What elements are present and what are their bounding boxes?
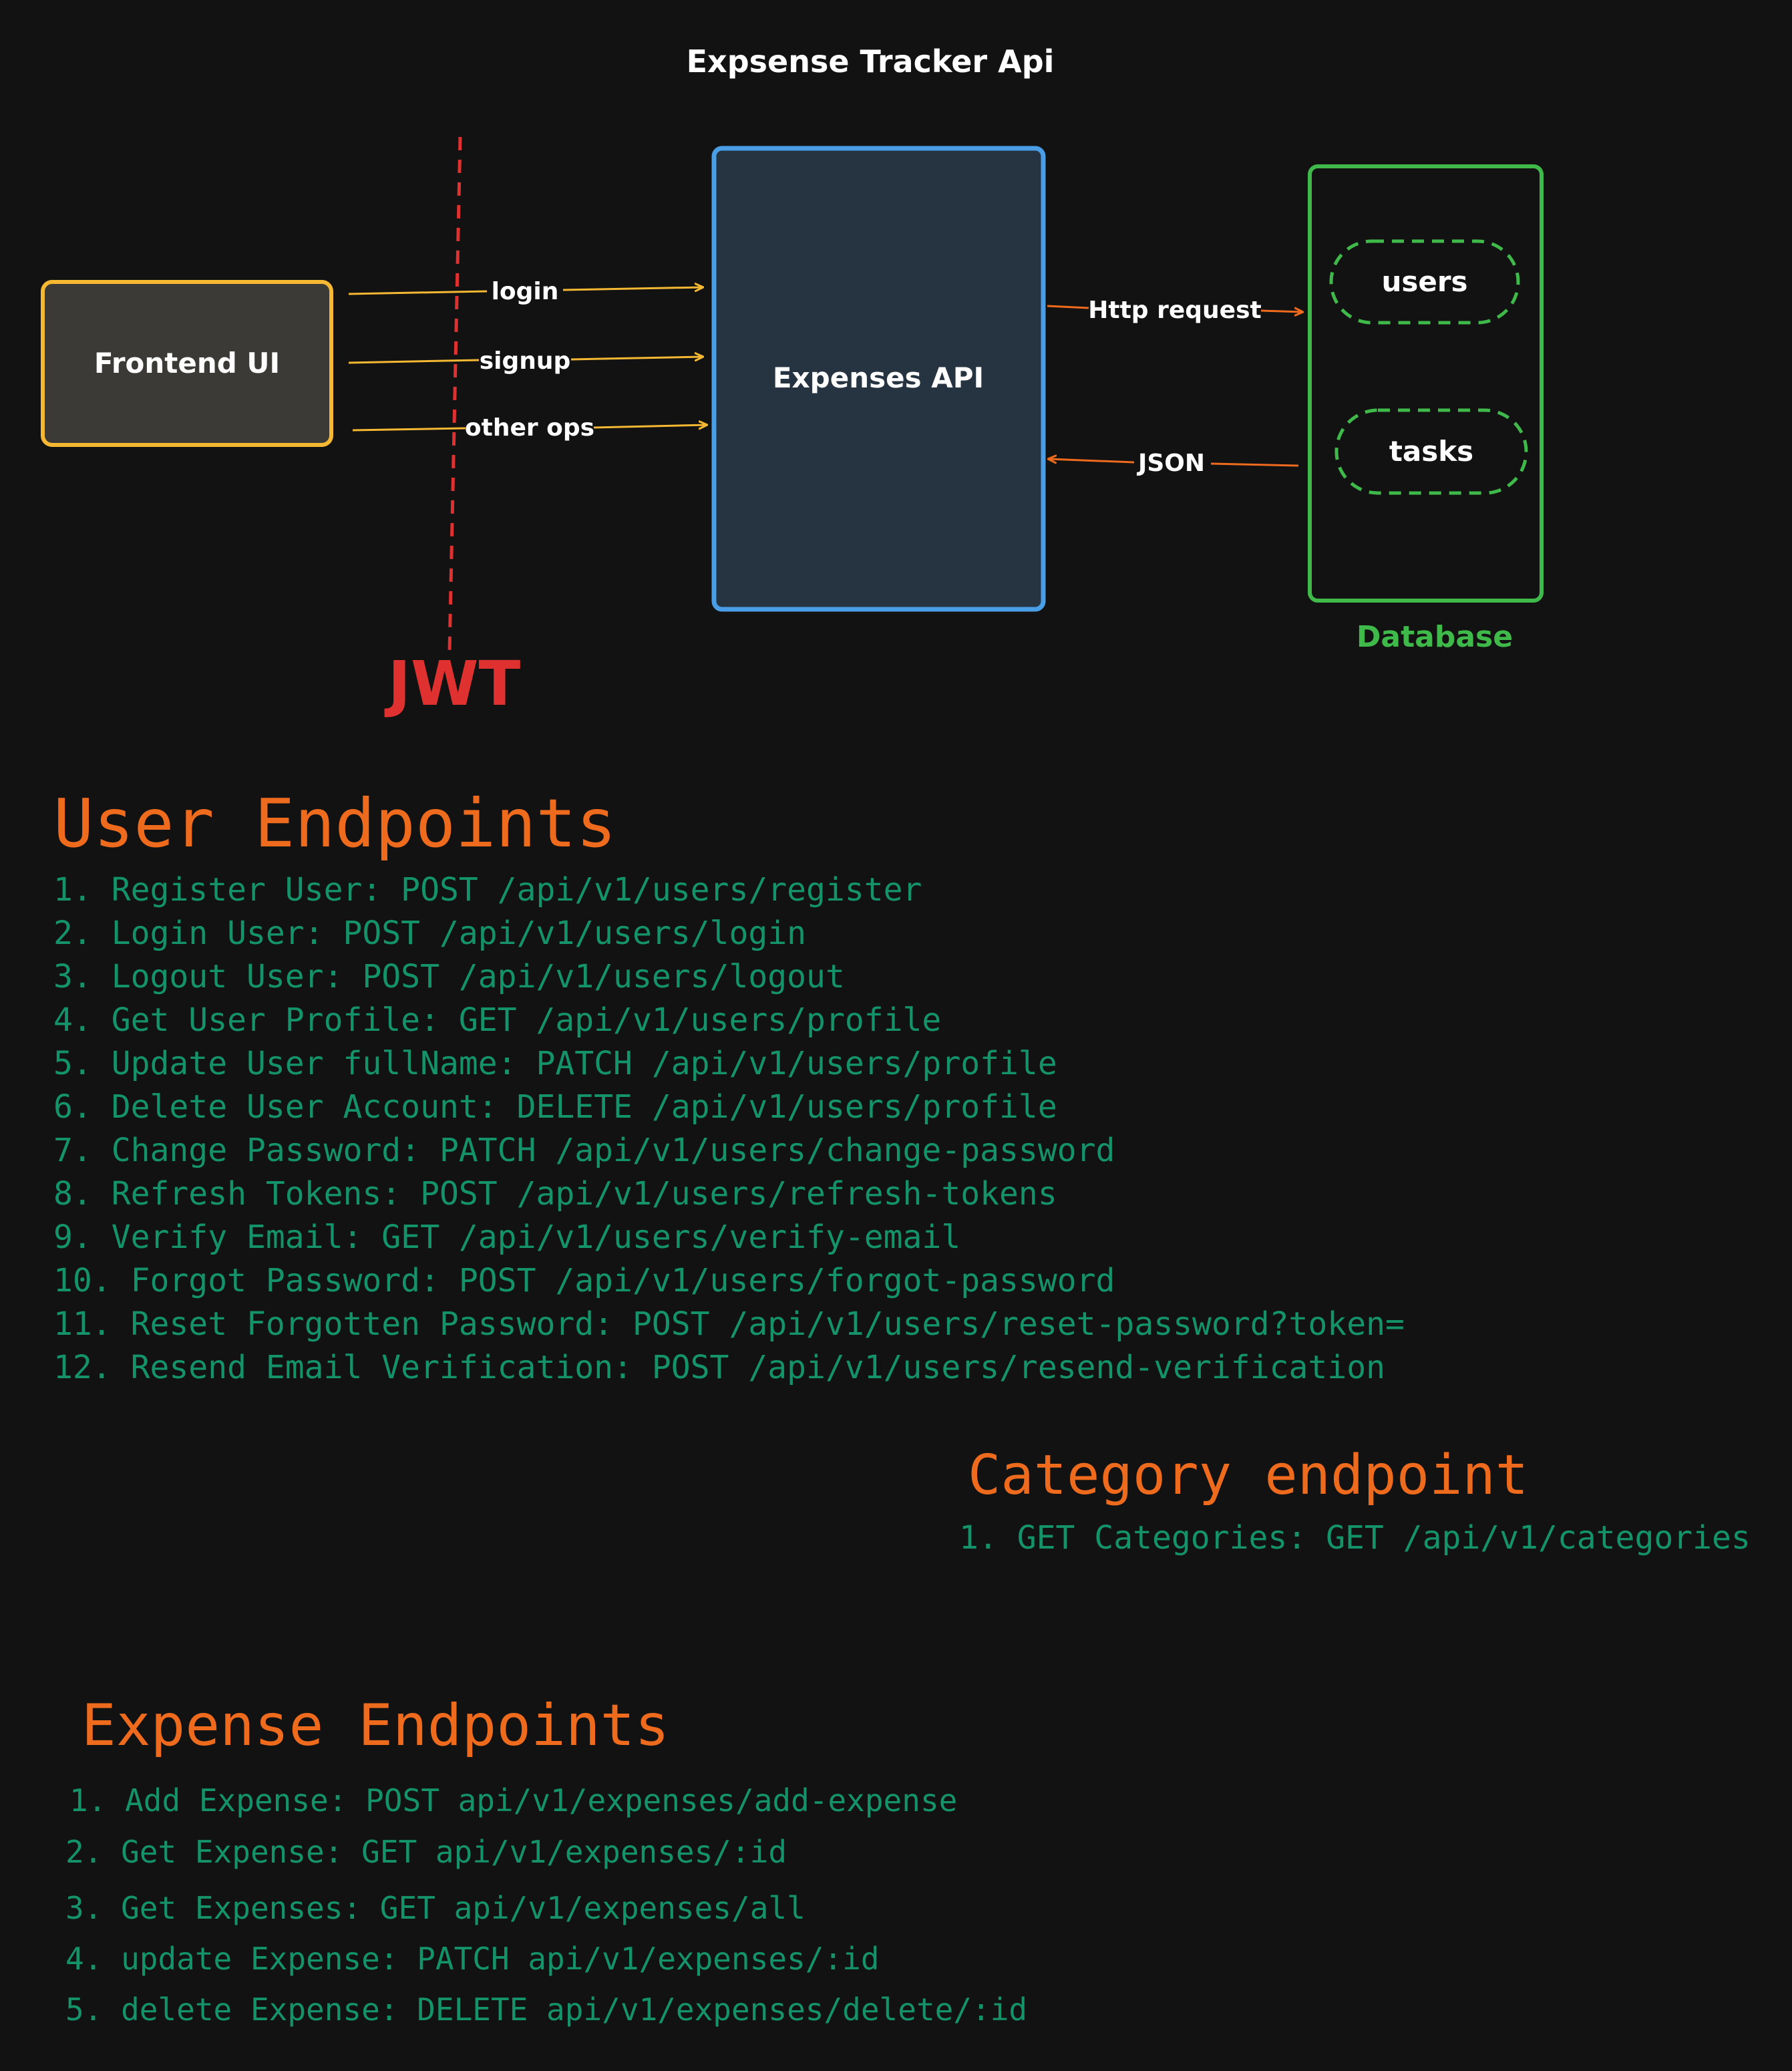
user-endpoint-item: 5. Update User fullName: PATCH /api/v1/u… xyxy=(53,1045,1057,1082)
api-label: Expenses API xyxy=(773,361,984,394)
user-endpoint-item: 8. Refresh Tokens: POST /api/v1/users/re… xyxy=(53,1175,1057,1213)
other-ops-arrow: other ops xyxy=(352,414,707,442)
jwt-boundary-line xyxy=(447,136,462,652)
signup-arrow-label: signup xyxy=(480,347,571,375)
user-endpoint-item: 4. Get User Profile: GET /api/v1/users/p… xyxy=(53,1001,942,1039)
user-endpoint-item: 3. Logout User: POST /api/v1/users/logou… xyxy=(53,958,845,995)
architecture-diagram: Expsense Tracker Api JWT Frontend UI Exp… xyxy=(41,43,1544,720)
expense-endpoint-item: 5. delete Expense: DELETE api/v1/expense… xyxy=(65,1992,1028,2028)
json-arrow-label: JSON xyxy=(1136,450,1205,477)
user-endpoint-item: 11. Reset Forgotten Password: POST /api/… xyxy=(53,1305,1405,1343)
user-endpoint-item: 7. Change Password: PATCH /api/v1/users/… xyxy=(53,1132,1115,1169)
expense-endpoints-title: Expense Endpoints xyxy=(81,1692,670,1759)
http-request-arrow: Http request xyxy=(1047,297,1302,324)
json-arrow: JSON xyxy=(1049,450,1299,477)
user-endpoint-item: 10. Forgot Password: POST /api/v1/users/… xyxy=(53,1262,1115,1299)
database-label: Database xyxy=(1357,620,1513,654)
diagram-title: Expsense Tracker Api xyxy=(687,43,1055,79)
tasks-table-label: tasks xyxy=(1389,435,1473,468)
user-endpoint-item: 9. Verify Email: GET /api/v1/users/verif… xyxy=(53,1219,961,1256)
category-endpoint-item: 1. GET Categories: GET /api/v1/categorie… xyxy=(959,1519,1751,1557)
frontend-node: Frontend UI xyxy=(41,280,333,447)
login-arrow: login xyxy=(348,278,703,305)
expense-endpoint-item: 1. Add Expense: POST api/v1/expenses/add… xyxy=(69,1782,958,1818)
other-ops-arrow-label: other ops xyxy=(465,414,594,442)
http-request-arrow-label: Http request xyxy=(1088,297,1261,324)
user-endpoint-item: 1. Register User: POST /api/v1/users/reg… xyxy=(53,871,922,909)
expense-endpoint-item: 4. update Expense: PATCH api/v1/expenses… xyxy=(65,1941,880,1977)
expense-endpoint-item: 3. Get Expenses: GET api/v1/expenses/all xyxy=(65,1890,805,1926)
user-endpoint-item: 12. Resend Email Verification: POST /api… xyxy=(53,1349,1385,1386)
database-node: users tasks xyxy=(1308,164,1544,603)
api-node: Expenses API xyxy=(711,146,1046,612)
category-endpoint-title: Category endpoint xyxy=(968,1444,1529,1507)
login-arrow-label: login xyxy=(492,278,559,305)
jwt-label: JWT xyxy=(384,648,521,720)
user-endpoints-title: User Endpoints xyxy=(53,784,616,862)
users-table-label: users xyxy=(1381,265,1467,298)
user-endpoint-item: 2. Login User: POST /api/v1/users/login xyxy=(53,915,807,952)
user-endpoint-item: 6. Delete User Account: DELETE /api/v1/u… xyxy=(53,1088,1057,1126)
signup-arrow: signup xyxy=(348,347,703,375)
expense-endpoint-item: 2. Get Expense: GET api/v1/expenses/:id xyxy=(65,1834,787,1870)
frontend-label: Frontend UI xyxy=(94,347,280,379)
